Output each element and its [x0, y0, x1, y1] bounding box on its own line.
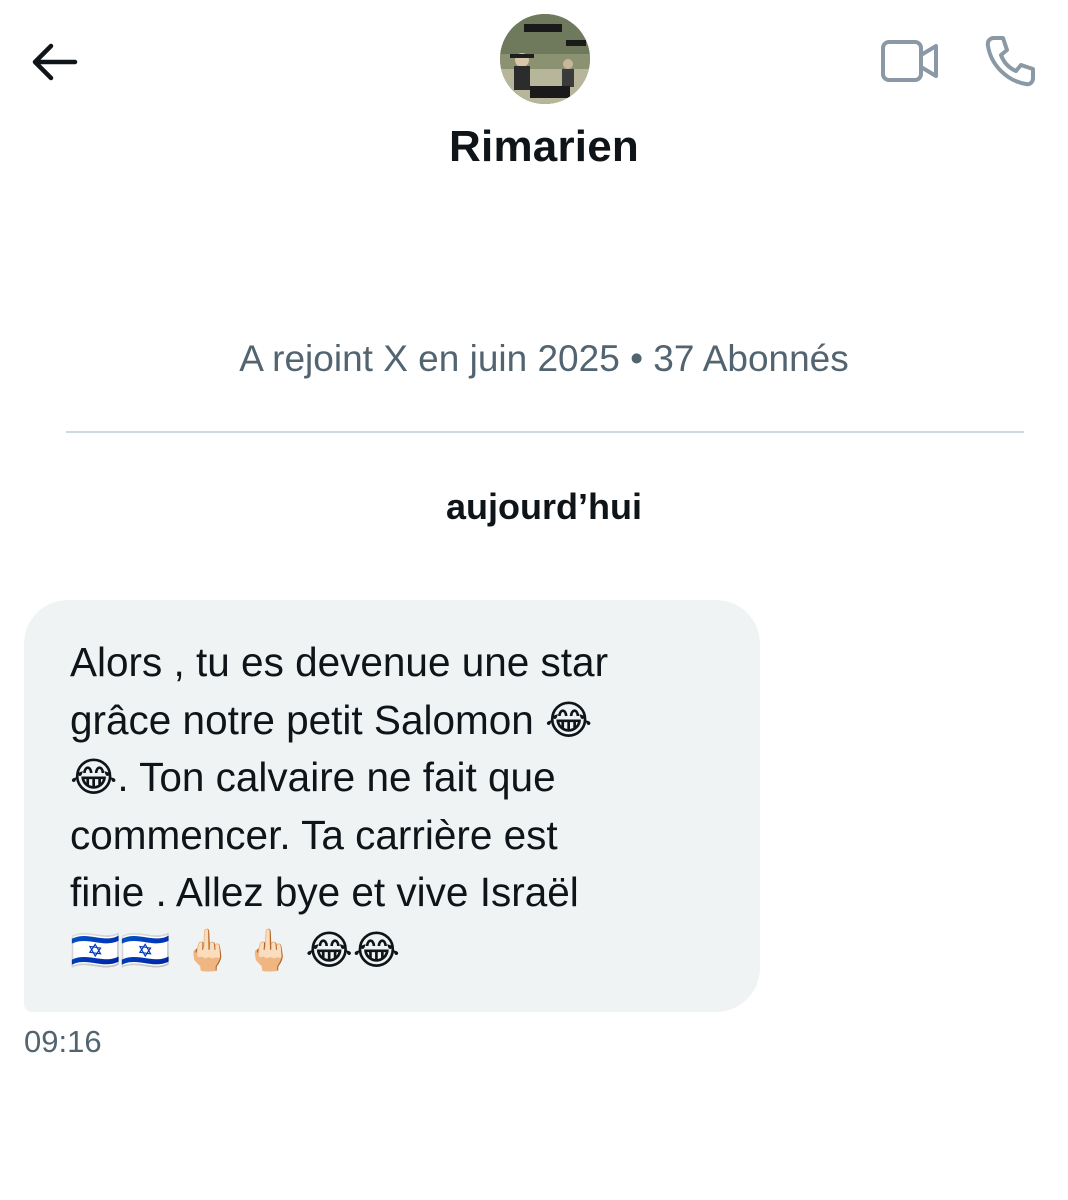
profile-meta: A rejoint X en juin 2025 • 37 Abonnés: [239, 338, 849, 379]
phone-icon: [985, 36, 1035, 87]
avatar-image: [500, 14, 590, 104]
back-button[interactable]: [26, 34, 82, 90]
message-text: Alors , tu es devenue une star grâce not…: [70, 639, 609, 973]
avatar[interactable]: [500, 14, 590, 104]
video-call-button[interactable]: [880, 32, 940, 90]
header-actions: [880, 32, 1040, 90]
contact-name[interactable]: Rimarien: [0, 122, 1068, 172]
message-bubble[interactable]: Alors , tu es devenue une star grâce not…: [24, 600, 760, 1012]
message-timestamp: 09:16: [24, 1024, 102, 1059]
date-separator: aujourd’hui: [446, 486, 642, 527]
arrow-left-icon: [32, 43, 78, 81]
divider: [66, 431, 1024, 433]
phone-call-button[interactable]: [980, 32, 1040, 90]
video-camera-icon: [881, 40, 938, 82]
